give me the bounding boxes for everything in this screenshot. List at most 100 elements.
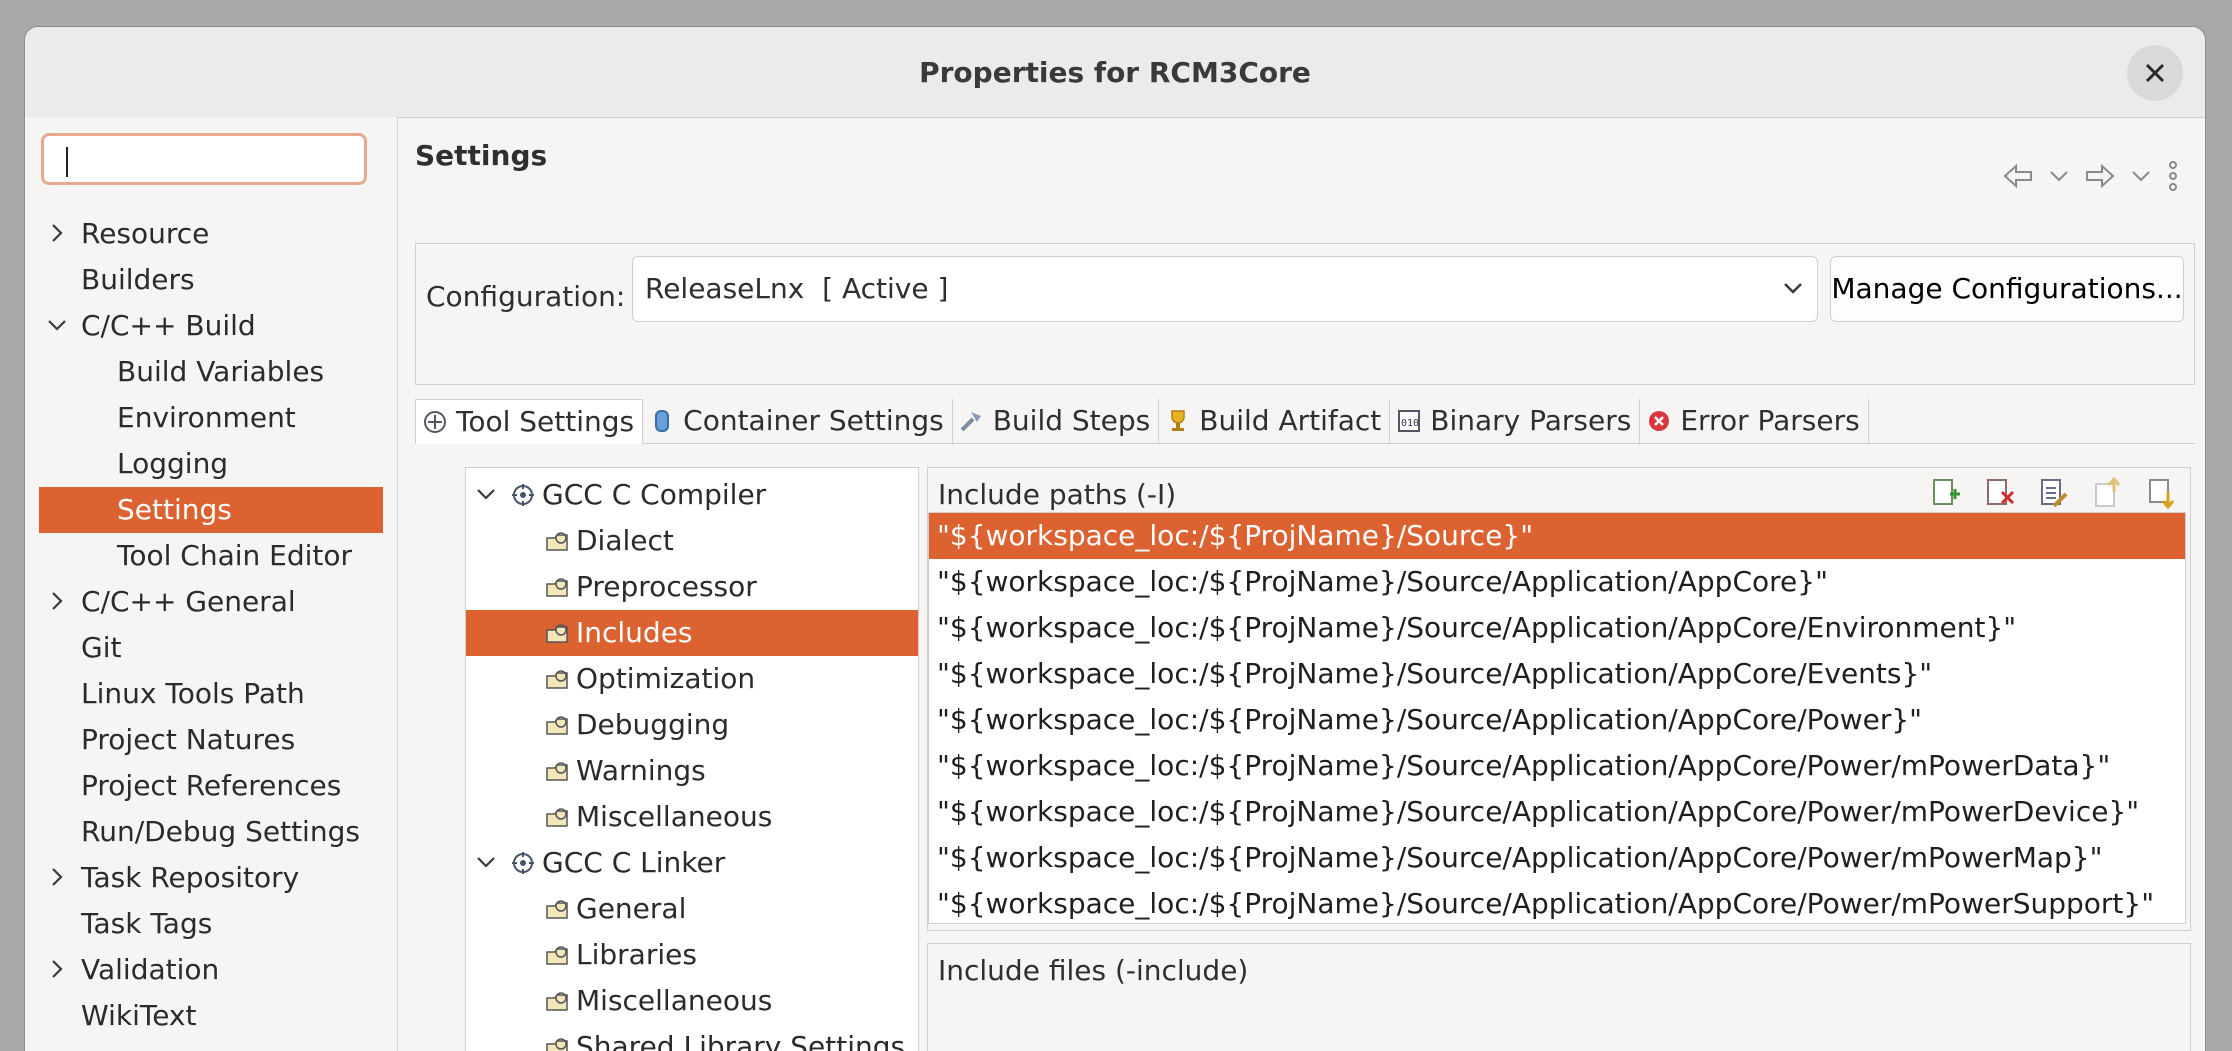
chevron-right-icon[interactable] [47,223,67,243]
build-steps-icon [959,408,985,434]
tool-item-label: Includes [576,616,693,649]
include-path-item[interactable]: "${workspace_loc:/${ProjName}/Source/App… [929,835,2185,881]
nav-item[interactable]: C/C++ Build [39,303,383,349]
include-path-item[interactable]: "${workspace_loc:/${ProjName}/Source/App… [929,789,2185,835]
tab-build-artifact[interactable]: Build Artifact [1159,399,1391,443]
chevron-down-icon[interactable] [47,315,67,335]
nav-item-label: Project Natures [81,723,296,756]
nav-item[interactable]: Tool Chain Editor [39,533,383,579]
nav-item[interactable]: Logging [39,441,383,487]
container-icon [649,408,675,434]
nav-item-label: Tool Chain Editor [117,539,353,572]
tool-option[interactable]: Miscellaneous [466,794,918,840]
nav-item[interactable]: Validation [39,947,383,993]
include-path-item[interactable]: "${workspace_loc:/${ProjName}/Source/App… [929,559,2185,605]
nav-item-label: WikiText [81,999,197,1032]
dialog-title: Properties for RCM3Core [919,55,1311,89]
nav-item-label: Run/Debug Settings [81,815,360,848]
tool-option[interactable]: Preprocessor [466,564,918,610]
nav-item-label: Environment [117,401,296,434]
tool-option[interactable]: Libraries [466,932,918,978]
nav-item[interactable]: Project Natures [39,717,383,763]
nav-item[interactable]: Resource [39,211,383,257]
trophy-icon [1165,408,1191,434]
forward-arrow-icon[interactable] [2085,163,2115,189]
tool-option[interactable]: Debugging [466,702,918,748]
tab-build-steps[interactable]: Build Steps [953,399,1160,443]
nav-item[interactable]: Builders [39,257,383,303]
nav-item[interactable]: WikiText [39,993,383,1039]
tool-item-label: Miscellaneous [576,984,773,1017]
nav-item[interactable]: Environment [39,395,383,441]
tool-item-label: Libraries [576,938,697,971]
tab-error-parsers[interactable]: Error Parsers [1640,399,1869,443]
tab-binary-parsers[interactable]: 010 Binary Parsers [1390,399,1641,443]
add-path-icon[interactable] [1928,476,1962,510]
move-down-icon[interactable] [2144,476,2178,510]
include-paths-toolbar [1928,476,2178,510]
nav-item[interactable]: Linux Tools Path [39,671,383,717]
manage-configurations-button[interactable]: Manage Configurations... [1830,256,2184,322]
nav-item[interactable]: Run/Debug Settings [39,809,383,855]
tool-item-label: Shared Library Settings [576,1030,906,1051]
title-bar: Properties for RCM3Core [25,27,2205,118]
edit-path-icon[interactable] [2036,476,2070,510]
close-button[interactable] [2127,45,2183,101]
tool-option[interactable]: Shared Library Settings [466,1024,918,1051]
include-path-item[interactable]: "${workspace_loc:/${ProjName}/Source/App… [929,881,2185,923]
option-category-icon [546,762,568,781]
svg-text:010: 010 [1401,418,1419,429]
nav-item-label: Build Variables [117,355,325,388]
tab-container-settings[interactable]: Container Settings [643,399,953,443]
tool-option[interactable]: Miscellaneous [466,978,918,1024]
tool-option[interactable]: Includes [466,610,918,656]
configuration-dropdown[interactable]: ReleaseLnx [ Active ] [632,256,1818,322]
tab-label: Error Parsers [1680,404,1860,437]
include-path-item[interactable]: "${workspace_loc:/${ProjName}/Source/App… [929,605,2185,651]
page-navigation [2003,161,2179,191]
include-path-item[interactable]: "${workspace_loc:/${ProjName}/Source}" [929,513,2185,559]
back-arrow-icon[interactable] [2003,163,2033,189]
chevron-down-icon[interactable] [476,852,496,872]
nav-item[interactable]: C/C++ General [39,579,383,625]
forward-menu-chevron-icon[interactable] [2131,169,2151,183]
nav-item-label: Linux Tools Path [81,677,305,710]
nav-item[interactable]: Settings [39,487,383,533]
include-path-item[interactable]: "${workspace_loc:/${ProjName}/Source/App… [929,743,2185,789]
nav-item-label: Validation [81,953,220,986]
option-category-icon [546,992,568,1011]
tool-option[interactable]: Optimization [466,656,918,702]
tool-group[interactable]: GCC C Compiler [466,472,918,518]
option-category-icon [546,532,568,551]
nav-item[interactable]: Build Variables [39,349,383,395]
configuration-value: ReleaseLnx [ Active ] [645,272,949,305]
nav-item[interactable]: Git [39,625,383,671]
nav-item[interactable]: Task Repository [39,855,383,901]
more-options-icon[interactable] [2167,161,2179,191]
settings-page: Settings Configuration: ReleaseLnx [ Act… [399,117,2205,1051]
nav-item[interactable]: Task Tags [39,901,383,947]
tool-item-label: GCC C Linker [542,846,726,879]
chevron-right-icon[interactable] [47,959,67,979]
include-path-item[interactable]: "${workspace_loc:/${ProjName}/Source/App… [929,651,2185,697]
tool-option[interactable]: Dialect [466,518,918,564]
tool-group[interactable]: GCC C Linker [466,840,918,886]
back-menu-chevron-icon[interactable] [2049,169,2069,183]
move-up-icon[interactable] [2090,476,2124,510]
tab-label: Tool Settings [456,405,635,438]
nav-item-label: Builders [81,263,195,296]
settings-tabs: Tool Settings Container Settings Build Ste… [415,399,2195,444]
chevron-down-icon[interactable] [476,484,496,504]
include-path-item[interactable]: "${workspace_loc:/${ProjName}/Source/App… [929,697,2185,743]
delete-path-icon[interactable] [1982,476,2016,510]
tool-option[interactable]: General [466,886,918,932]
chevron-right-icon[interactable] [47,591,67,611]
tab-tool-settings[interactable]: Tool Settings [415,399,644,444]
option-category-icon [546,946,568,965]
configuration-group: Configuration: ReleaseLnx [ Active ] Man… [415,243,2195,385]
filter-input[interactable] [41,133,367,185]
option-category-icon [546,624,568,643]
nav-item[interactable]: Project References [39,763,383,809]
chevron-right-icon[interactable] [47,867,67,887]
tool-option[interactable]: Warnings [466,748,918,794]
